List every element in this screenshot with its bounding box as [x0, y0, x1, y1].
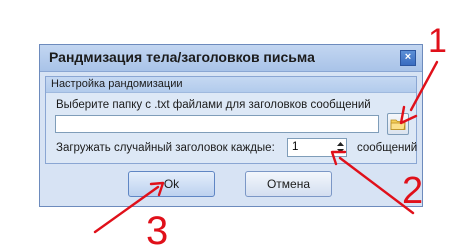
marker-1: 1 [428, 22, 447, 60]
arrowhead-2 [330, 150, 347, 166]
marker-3: 3 [146, 209, 168, 249]
marker-2: 2 [402, 170, 423, 212]
arrow-1 [409, 60, 439, 112]
annotation-overlay: 1 2 3 [93, 22, 447, 249]
arrowhead-1 [399, 105, 418, 125]
